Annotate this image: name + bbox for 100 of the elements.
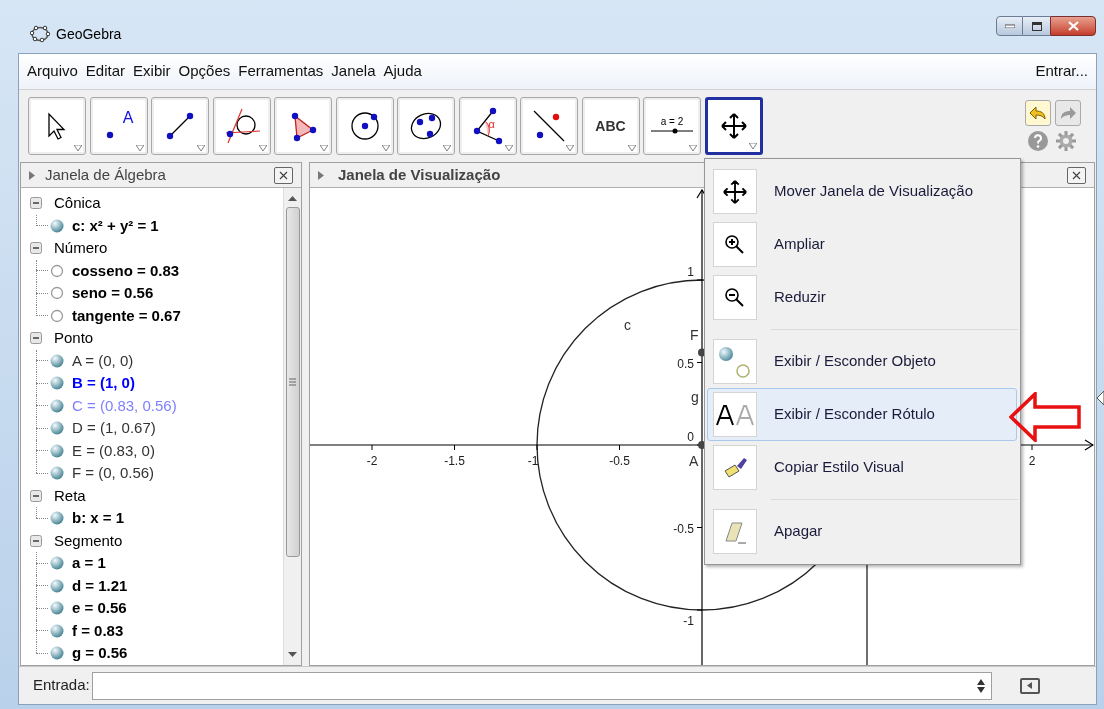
close-icon bbox=[1072, 170, 1081, 180]
object-definition[interactable]: F = (0, 0.56) bbox=[72, 462, 155, 485]
category-label[interactable]: Segmento bbox=[54, 529, 123, 552]
dropdown-triangle-icon bbox=[197, 145, 205, 151]
object-definition[interactable]: B = (1, 0) bbox=[72, 372, 135, 395]
object-definition[interactable]: b: x = 1 bbox=[72, 507, 125, 530]
input-field[interactable] bbox=[91, 671, 992, 700]
object-definition[interactable]: d = 1.21 bbox=[72, 574, 128, 597]
axis-tick-label: -1.5 bbox=[444, 454, 465, 468]
tool-letter: A bbox=[122, 110, 134, 126]
keyboard-toggle-button[interactable] bbox=[1019, 677, 1040, 694]
tool-button[interactable] bbox=[397, 97, 455, 155]
undo-icon bbox=[1029, 105, 1047, 121]
visible-object-icon[interactable] bbox=[50, 511, 64, 526]
object-definition[interactable]: D = (1, 0.67) bbox=[72, 417, 156, 440]
visible-object-icon[interactable] bbox=[50, 218, 64, 233]
object-definition[interactable]: c: x² + y² = 1 bbox=[72, 214, 159, 237]
visible-object-icon[interactable] bbox=[50, 646, 64, 661]
redo-icon bbox=[1059, 105, 1077, 121]
visible-object-icon[interactable] bbox=[50, 578, 64, 593]
visible-object-icon[interactable] bbox=[50, 466, 64, 481]
menu-option[interactable]: Exibir / Esconder Objeto bbox=[707, 335, 1017, 388]
login-link[interactable]: Entrar... bbox=[1035, 60, 1088, 83]
tool-button[interactable]: a = 2 bbox=[643, 97, 701, 155]
redo-button[interactable] bbox=[1055, 100, 1081, 126]
object-definition[interactable]: E = (0.83, 0) bbox=[72, 439, 155, 462]
menu-item[interactable]: Opções bbox=[178, 60, 231, 83]
visible-object-icon[interactable] bbox=[50, 623, 64, 638]
object-definition[interactable]: tangente = 0.67 bbox=[72, 304, 181, 327]
menu-item[interactable]: Editar bbox=[85, 60, 126, 83]
category-label[interactable]: Reta bbox=[54, 484, 86, 507]
dropdown-triangle-icon bbox=[748, 143, 757, 149]
visible-object-icon[interactable] bbox=[50, 443, 64, 458]
tool-button[interactable] bbox=[28, 97, 86, 155]
tool-text-label: ABC bbox=[595, 116, 626, 136]
menu-option[interactable]: Apagar bbox=[707, 505, 1017, 558]
menu-option[interactable]: Ampliar bbox=[707, 218, 1017, 271]
visible-object-icon[interactable] bbox=[50, 601, 64, 616]
menu-item[interactable]: Arquivo bbox=[27, 60, 78, 83]
maximize-button[interactable] bbox=[1023, 16, 1050, 36]
dropdown-triangle-icon bbox=[320, 145, 328, 151]
move-arrows-icon bbox=[719, 112, 748, 140]
settings-icon[interactable] bbox=[1055, 130, 1077, 152]
menu-item[interactable]: Janela bbox=[331, 60, 376, 83]
object-definition[interactable]: a = 1 bbox=[72, 552, 106, 575]
object-definition[interactable]: g = 0.56 bbox=[72, 642, 128, 665]
menu-item[interactable]: Exibir bbox=[133, 60, 171, 83]
category-label[interactable]: Cônica bbox=[54, 192, 101, 215]
scrollbar-thumb[interactable] bbox=[285, 207, 300, 557]
visible-object-icon[interactable] bbox=[50, 376, 64, 391]
visible-object-icon[interactable] bbox=[50, 556, 64, 571]
minimize-button[interactable] bbox=[996, 16, 1023, 36]
menu-item[interactable]: Ferramentas bbox=[238, 60, 324, 83]
axis-tick-label: -0.5 bbox=[673, 521, 694, 536]
tool-button[interactable] bbox=[212, 97, 271, 155]
object-definition[interactable]: e = 0.56 bbox=[72, 597, 127, 620]
undo-button[interactable] bbox=[1025, 100, 1051, 126]
object-definition[interactable]: f = 0.83 bbox=[72, 619, 124, 642]
menu-option[interactable]: Exibir / Esconder Rótulo bbox=[707, 388, 1017, 441]
close-button[interactable] bbox=[1067, 166, 1086, 184]
zoom-out-icon bbox=[724, 286, 746, 309]
dropdown-triangle-icon bbox=[504, 145, 513, 151]
menu-item[interactable]: Ajuda bbox=[383, 60, 422, 83]
panel-title: Janela de Álgebra bbox=[45, 164, 166, 185]
expand-triangle-icon[interactable] bbox=[318, 170, 324, 180]
expand-triangle-icon[interactable] bbox=[29, 170, 35, 180]
tool-button[interactable]: ABC bbox=[581, 97, 640, 155]
tool-button[interactable]: A bbox=[89, 97, 148, 155]
dropdown-triangle-icon bbox=[443, 145, 451, 151]
tool-button[interactable]: α bbox=[458, 97, 517, 155]
close-button[interactable] bbox=[274, 166, 293, 184]
collapse-icon[interactable] bbox=[30, 489, 42, 502]
help-icon[interactable] bbox=[1027, 130, 1049, 152]
history-arrows-icon[interactable] bbox=[976, 678, 985, 693]
category-label[interactable]: Ponto bbox=[54, 327, 94, 350]
scroll-down-icon[interactable] bbox=[288, 652, 297, 657]
tool-button[interactable] bbox=[151, 97, 209, 155]
collapse-icon[interactable] bbox=[30, 242, 42, 255]
object-definition[interactable]: cosseno = 0.83 bbox=[72, 259, 180, 282]
menu-option[interactable]: Reduzir bbox=[707, 271, 1017, 324]
hidden-object-icon[interactable] bbox=[50, 308, 64, 323]
collapse-icon[interactable] bbox=[30, 197, 42, 210]
hidden-object-icon[interactable] bbox=[50, 263, 64, 278]
tool-button[interactable] bbox=[274, 97, 332, 155]
visible-object-icon[interactable] bbox=[50, 398, 64, 413]
menu-option[interactable]: Copiar Estilo Visual bbox=[707, 441, 1017, 494]
tool-button[interactable] bbox=[704, 97, 763, 155]
object-definition[interactable]: seno = 0.56 bbox=[72, 282, 154, 305]
category-label[interactable]: Número bbox=[54, 237, 108, 260]
visible-object-icon[interactable] bbox=[50, 353, 64, 368]
tool-button[interactable] bbox=[335, 97, 394, 155]
scroll-up-icon[interactable] bbox=[288, 196, 297, 201]
close-button[interactable] bbox=[1050, 16, 1096, 36]
object-definition[interactable]: A = (0, 0) bbox=[72, 349, 134, 372]
visible-object-icon[interactable] bbox=[50, 421, 64, 436]
side-panel-handle-icon[interactable] bbox=[1097, 391, 1104, 405]
scrollbar[interactable] bbox=[283, 188, 301, 665]
collapse-icon[interactable] bbox=[30, 332, 42, 345]
hidden-object-icon[interactable] bbox=[50, 286, 64, 301]
collapse-icon[interactable] bbox=[30, 534, 42, 547]
